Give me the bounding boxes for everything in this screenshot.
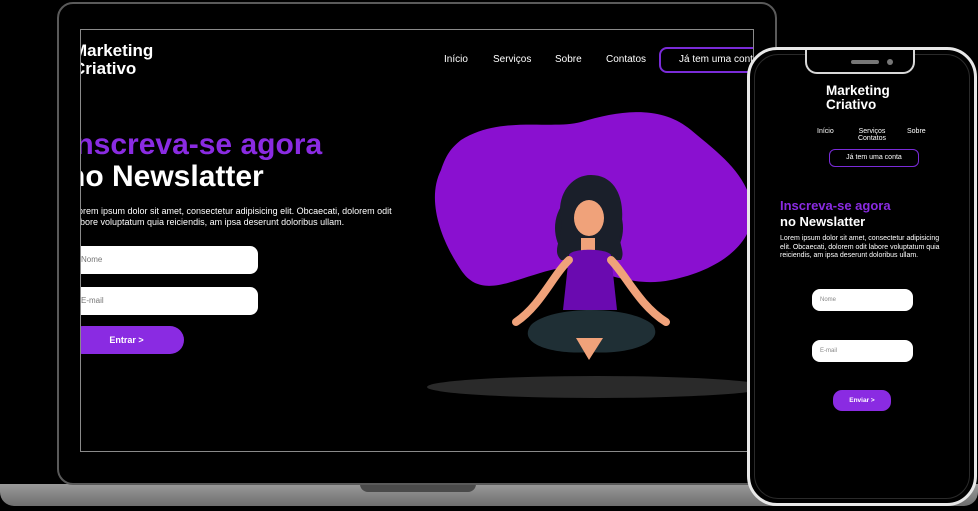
headline-primary: Inscreva-se agora bbox=[80, 128, 323, 161]
phone-login-button[interactable]: Já tem uma conta bbox=[829, 149, 919, 167]
nav-link-contatos[interactable]: Contatos bbox=[606, 54, 646, 65]
meditating-woman-illustration bbox=[434, 112, 753, 360]
phone-submit-button[interactable]: Enviar > bbox=[833, 390, 891, 411]
phone-notch bbox=[805, 50, 915, 74]
phone-screen bbox=[754, 54, 970, 499]
brand-line-2: Criativo bbox=[81, 58, 137, 78]
intro-paragraph: Lorem ipsum dolor sit amet, consectetur … bbox=[80, 206, 392, 227]
phone-frame: Marketing Criativo Início Serviços Conta… bbox=[747, 47, 977, 506]
phone-intro-paragraph: Lorem ipsum dolor sit amet, consectetur … bbox=[780, 235, 940, 259]
camera-icon bbox=[887, 59, 893, 65]
phone-nav-link-sobre[interactable]: Sobre bbox=[907, 128, 926, 135]
headline-secondary: no Newslatter bbox=[80, 160, 264, 193]
email-input[interactable]: E-mail bbox=[81, 287, 258, 315]
phone-nav-link-servicos[interactable]: Serviços Contatos bbox=[852, 128, 892, 142]
submit-button[interactable]: Entrar > bbox=[81, 326, 184, 354]
phone-email-input[interactable]: E-mail bbox=[812, 340, 913, 362]
speaker-icon bbox=[851, 60, 879, 64]
phone-nav-link-inicio[interactable]: Início bbox=[817, 128, 834, 135]
nav-link-sobre[interactable]: Sobre bbox=[555, 54, 582, 65]
phone-brand-logo[interactable]: Marketing Criativo bbox=[826, 83, 890, 113]
face bbox=[574, 200, 604, 236]
laptop-screen: Marketing Criativo Início Serviços Sobre… bbox=[80, 29, 754, 452]
phone-headline-primary: Inscreva-se agora bbox=[780, 198, 891, 213]
nav-link-inicio[interactable]: Início bbox=[444, 54, 468, 65]
phone-brand-line-1: Marketing bbox=[826, 83, 890, 98]
phone-headline-secondary: no Newslatter bbox=[780, 214, 866, 229]
login-button[interactable]: Já tem uma conta bbox=[659, 47, 753, 73]
phone-name-input[interactable]: Nome bbox=[812, 289, 913, 311]
laptop-hinge-notch bbox=[360, 484, 476, 492]
brand-logo[interactable]: Marketing Criativo bbox=[80, 41, 154, 78]
phone-brand-line-2: Criativo bbox=[826, 97, 877, 113]
name-input[interactable]: Nome bbox=[81, 246, 258, 274]
brand-line-1: Marketing bbox=[80, 41, 154, 60]
nav-link-servicos[interactable]: Serviços bbox=[493, 54, 531, 65]
